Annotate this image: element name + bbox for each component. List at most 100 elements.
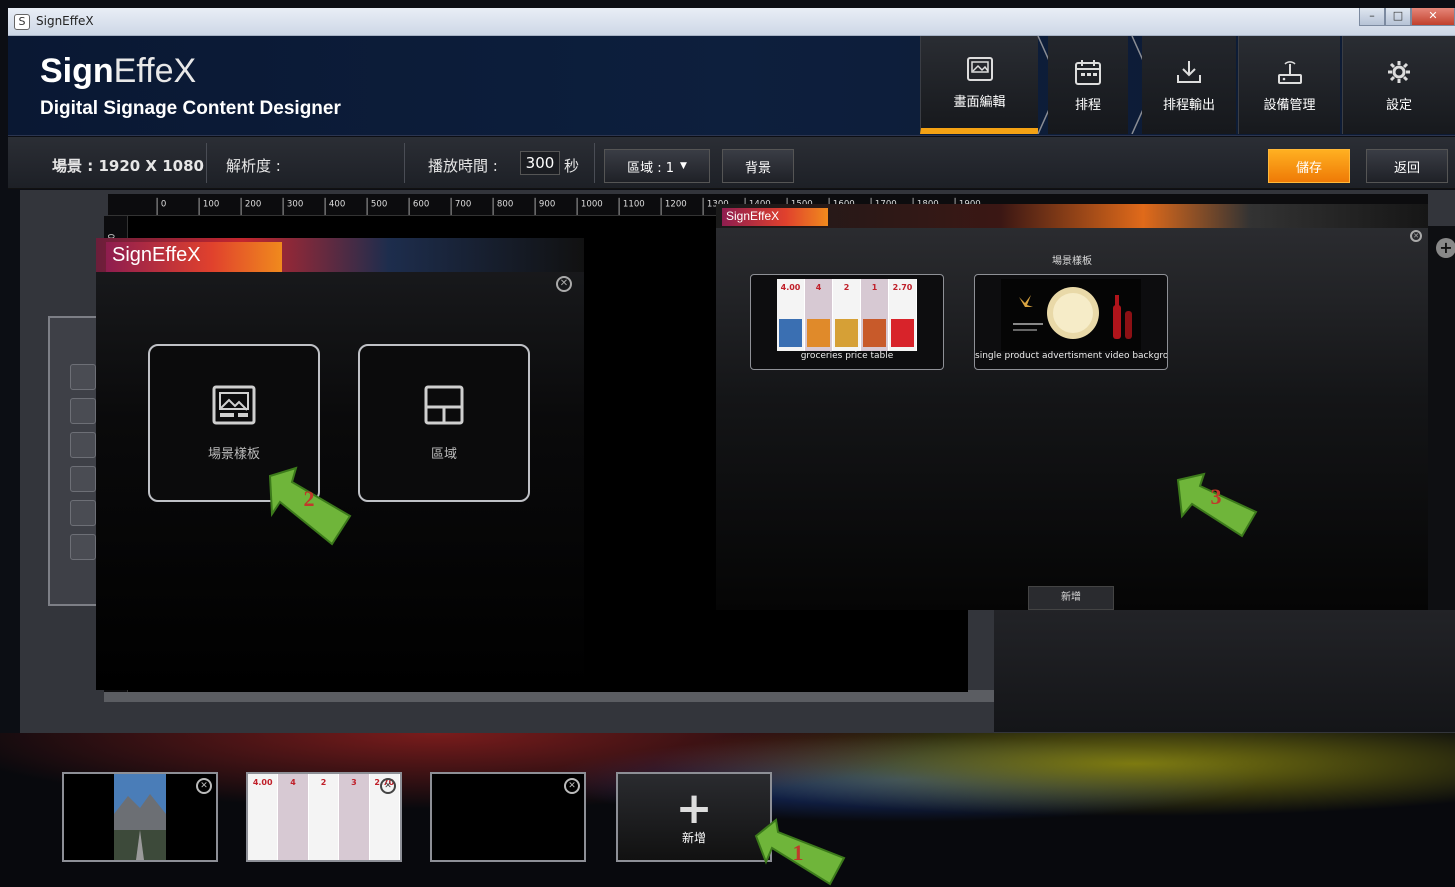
add-template-button[interactable]: 新增 [1028, 586, 1114, 610]
template-caption: single product advertisment video backgr… [975, 351, 1167, 361]
ruler-tick-label: 500 [371, 199, 387, 209]
product-thumbnail [1001, 279, 1141, 351]
minimize-icon[interactable]: – [1359, 8, 1385, 26]
dialog-title: 場景樣板 [1052, 256, 1092, 267]
scene-1-image [114, 774, 166, 860]
app-icon: S [14, 14, 30, 30]
device-icon [1277, 60, 1302, 84]
resolution-label: 解析度 : [226, 157, 281, 175]
price-label: 4.00 [780, 283, 801, 292]
price-column: 2 [308, 774, 339, 860]
food-image [891, 318, 914, 348]
food-image [807, 318, 830, 348]
gear-icon [1388, 60, 1410, 83]
dialog-brand: SignEffeX [106, 242, 282, 272]
ruler-tick-label: 100 [203, 199, 219, 209]
price-column: 2 [833, 279, 860, 351]
close-icon[interactable]: ✕ [564, 778, 580, 794]
layout-icon [424, 385, 464, 424]
back-button[interactable]: 返回 [1366, 149, 1448, 183]
template-caption: groceries price table [800, 351, 894, 361]
add-scene-button[interactable]: + 新增 [616, 772, 772, 862]
region-select[interactable]: 區域 : 1 ▼ [604, 149, 710, 183]
tool-icon[interactable] [70, 534, 96, 560]
tool-icon[interactable] [70, 466, 96, 492]
logo-text-bold: Sign [40, 52, 114, 90]
close-icon[interactable]: ✕ [380, 778, 396, 794]
price-column: 1 [861, 279, 888, 351]
price-column: 2.70 [889, 279, 916, 351]
toolbar-divider [594, 143, 595, 183]
template-card-groceries[interactable]: 4.00 4 2 1 2.70 groceries price table [750, 274, 944, 370]
price-label: 2 [843, 283, 850, 292]
nav-settings[interactable]: 設定 [1342, 36, 1455, 134]
add-icon[interactable]: + [1436, 238, 1455, 258]
product-image [1013, 287, 1132, 339]
plus-icon: + [675, 782, 713, 834]
add-content-dialog: SignEffeX ✕ 場景樣板 區域 [96, 238, 584, 690]
option-label: 區域 [430, 446, 457, 462]
ruler-tick-label: 900 [539, 199, 555, 209]
ruler-tick-label: 600 [413, 199, 429, 209]
chevron-down-icon: ▼ [680, 161, 687, 171]
background-button[interactable]: 背景 [722, 149, 794, 183]
toolbar-divider [404, 143, 405, 183]
nav-label: 排程 [1074, 97, 1101, 113]
duration-input[interactable]: 300 [520, 151, 560, 175]
tool-icon[interactable] [70, 500, 96, 526]
toolbar-divider [206, 143, 207, 183]
logo-text-light: EffeX [113, 52, 197, 90]
tool-icon[interactable] [70, 398, 96, 424]
app-header: SignEffeX Digital Signage Content Design… [8, 36, 1455, 136]
nav-label: 設備管理 [1263, 97, 1316, 113]
groceries-thumbnail: 4.00 4 2 1 2.70 [777, 279, 917, 351]
price-column: 3 [339, 774, 369, 860]
dialog-brand: SignEffeX [722, 208, 828, 226]
price-column: 4 [278, 774, 308, 860]
duration-unit: 秒 [564, 157, 580, 175]
price-label: 2 [320, 778, 327, 787]
template-card-product-video[interactable]: single product advertisment video backgr… [974, 274, 1168, 370]
ruler-tick-label: 700 [455, 199, 471, 209]
nav-schedule-export[interactable]: 排程輸出 [1142, 36, 1236, 134]
price-column: 4 [805, 279, 832, 351]
close-window-icon[interactable]: ✕ [1411, 8, 1455, 26]
callout-arrow-2: 2 [266, 466, 352, 546]
ruler-tick-label: 200 [245, 199, 261, 209]
callout-number: 2 [303, 486, 315, 511]
nav-device-management[interactable]: 設備管理 [1238, 36, 1340, 134]
option-label: 場景樣板 [207, 446, 260, 462]
region-select-value: 區域 : 1 [627, 160, 674, 176]
price-label: 2.70 [892, 283, 913, 292]
nav-label: 排程輸出 [1162, 97, 1215, 113]
window-controls: – □ ✕ [1359, 8, 1455, 28]
price-label: 4 [815, 283, 822, 292]
scene-2-price-table: 4.00 4 2 3 2.70 [248, 774, 400, 860]
ruler-tick-label: 800 [497, 199, 513, 209]
tool-palette [48, 316, 102, 606]
nav-image-edit[interactable]: 畫面編輯 [920, 36, 1038, 134]
scene-thumbnail-1[interactable]: ✕ [62, 772, 218, 862]
close-icon[interactable]: ✕ [196, 778, 212, 794]
ruler-tick-label: 300 [287, 199, 303, 209]
scene-size-label: 場景 : 1920 X 1080 [52, 157, 204, 175]
region-option[interactable]: 區域 [358, 344, 530, 502]
template-picker-dialog: SignEffeX ✕ 場景樣板 4.00 4 2 1 2.70 groceries p… [716, 204, 1428, 610]
save-button[interactable]: 儲存 [1268, 149, 1350, 183]
scene-thumbnail-3[interactable]: ✕ [430, 772, 586, 862]
nav-schedule[interactable]: 排程 [1048, 36, 1128, 134]
ruler-tick-label: 0 [161, 199, 166, 209]
properties-panel [994, 610, 1455, 732]
calendar-icon [1075, 59, 1101, 85]
window-title: SignEffeX [36, 14, 94, 28]
maximize-icon[interactable]: □ [1385, 8, 1411, 26]
duration-label: 播放時間 : [428, 157, 498, 175]
app-subtitle: Digital Signage Content Designer [40, 98, 341, 119]
scene-thumbnail-2[interactable]: 4.00 4 2 3 2.70 ✕ [246, 772, 402, 862]
close-icon[interactable]: ✕ [556, 276, 572, 292]
ruler-tick-label: 400 [329, 199, 345, 209]
tool-icon[interactable] [70, 432, 96, 458]
food-image [863, 318, 886, 348]
close-icon[interactable]: ✕ [1410, 230, 1422, 242]
tool-icon[interactable] [70, 364, 96, 390]
